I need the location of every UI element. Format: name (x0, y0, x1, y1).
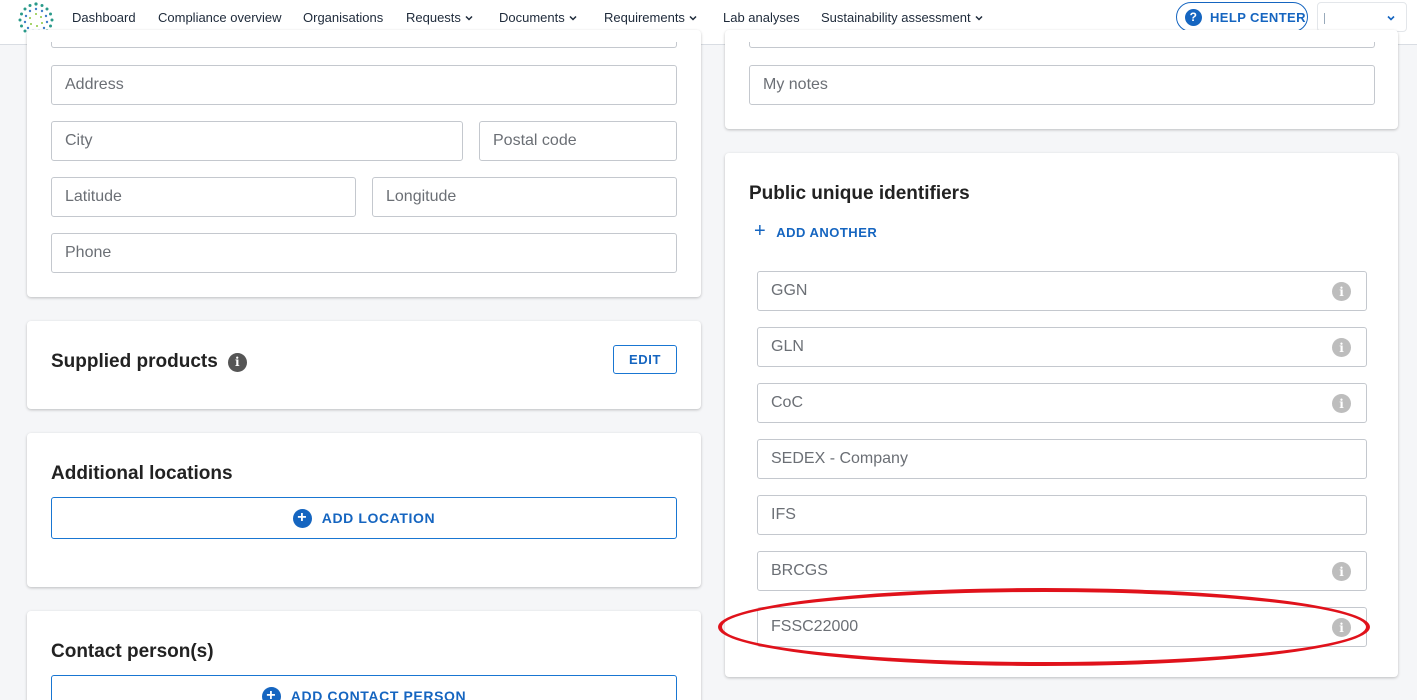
info-icon[interactable]: i (1332, 338, 1351, 357)
ggn-field[interactable]: GGN i (757, 271, 1367, 311)
notes-field-above-cut[interactable] (749, 42, 1375, 48)
info-icon[interactable]: i (1332, 394, 1351, 413)
add-contact-person-button[interactable]: + ADD CONTACT PERSON (51, 675, 677, 700)
add-another-button[interactable]: + ADD ANOTHER (754, 220, 877, 243)
nav-organisations[interactable]: Organisations (303, 10, 383, 25)
postal-code-field[interactable]: Postal code (479, 121, 677, 161)
language-select[interactable] (1317, 2, 1407, 32)
info-icon[interactable]: i (1332, 618, 1351, 637)
help-icon: ? (1185, 8, 1202, 26)
contact-persons-title: Contact person(s) (51, 641, 214, 662)
supplied-products-card: Supplied products i EDIT (27, 321, 701, 409)
add-location-button[interactable]: + ADD LOCATION (51, 497, 677, 539)
info-icon[interactable]: i (227, 353, 247, 372)
nav-dashboard[interactable]: Dashboard (72, 10, 136, 25)
contact-persons-card: Contact person(s) + ADD CONTACT PERSON (27, 611, 701, 700)
notes-card: My notes (725, 30, 1398, 129)
nav-lab-analyses[interactable]: Lab analyses (723, 10, 800, 25)
chevron-down-icon (569, 15, 577, 21)
latitude-field[interactable]: Latitude (51, 177, 356, 217)
info-icon[interactable]: i (1332, 282, 1351, 301)
chevron-down-icon (689, 15, 697, 21)
nav-documents[interactable]: Documents (499, 10, 578, 25)
additional-locations-card: Additional locations + ADD LOCATION (27, 433, 701, 587)
brcgs-field[interactable]: BRCGS i (757, 551, 1367, 591)
supplied-products-title: Supplied products i (51, 351, 247, 373)
nav-compliance-overview[interactable]: Compliance overview (158, 10, 282, 25)
address-field[interactable]: Address (51, 65, 677, 105)
text-cursor (1324, 13, 1325, 24)
chevron-down-icon (975, 15, 983, 21)
gln-field[interactable]: GLN i (757, 327, 1367, 367)
nav-sustainability-assessment[interactable]: Sustainability assessment (821, 10, 984, 25)
phone-field[interactable]: Phone (51, 233, 677, 273)
longitude-field[interactable]: Longitude (372, 177, 677, 217)
public-identifiers-title: Public unique identifiers (749, 183, 970, 204)
address-field-above-cut[interactable] (51, 42, 677, 48)
plus-circle-icon: + (261, 686, 281, 700)
chevron-down-icon (1387, 15, 1395, 21)
edit-button[interactable]: EDIT (613, 345, 677, 374)
plus-circle-icon: + (292, 508, 312, 528)
chevron-down-icon (465, 15, 473, 21)
my-notes-field[interactable]: My notes (749, 65, 1375, 105)
help-center-button[interactable]: ? HELP CENTER (1176, 2, 1308, 32)
ifs-field[interactable]: IFS (757, 495, 1367, 535)
address-card: Address City Postal code Latitude Longit… (27, 30, 701, 297)
plus-icon: + (754, 220, 767, 242)
additional-locations-title: Additional locations (51, 463, 233, 484)
fssc22000-field[interactable]: FSSC22000 i (757, 607, 1367, 647)
nav-requirements[interactable]: Requirements (604, 10, 698, 25)
city-field[interactable]: City (51, 121, 463, 161)
nav-requests[interactable]: Requests (406, 10, 474, 25)
sedex-company-field[interactable]: SEDEX - Company (757, 439, 1367, 479)
coc-field[interactable]: CoC i (757, 383, 1367, 423)
info-icon[interactable]: i (1332, 562, 1351, 581)
help-center-label: HELP CENTER (1210, 9, 1306, 25)
